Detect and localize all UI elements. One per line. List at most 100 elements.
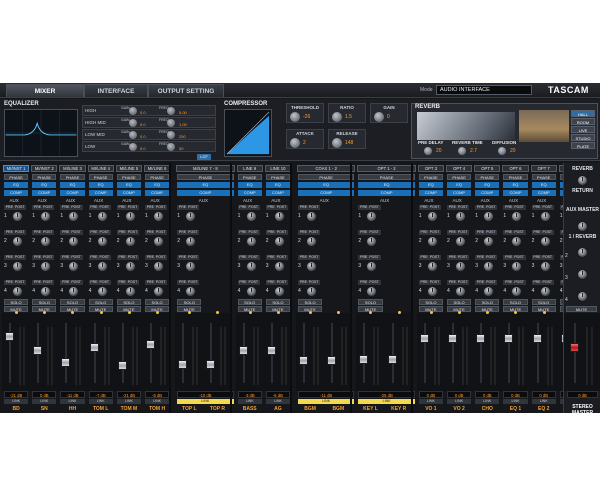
solo-button[interactable]: SOLO: [4, 299, 29, 305]
aux-send-knob[interactable]: [426, 286, 438, 297]
fader-track[interactable]: [423, 323, 426, 383]
comp-button[interactable]: COMP: [116, 190, 141, 196]
aux-send-knob[interactable]: [273, 286, 285, 297]
pre-post-switch[interactable]: PREPOST: [60, 205, 83, 210]
aux-send-knob[interactable]: [483, 261, 495, 272]
input-source-label[interactable]: OPT 6: [502, 165, 529, 172]
aux-send-knob[interactable]: [12, 211, 23, 222]
aux-send-knob[interactable]: [483, 211, 495, 222]
aux-send-knob[interactable]: [366, 261, 378, 272]
master-mute-button[interactable]: MUTE: [566, 306, 597, 312]
pre-post-switch[interactable]: PREPOST: [531, 255, 554, 260]
pre-post-switch[interactable]: PREPOST: [32, 205, 55, 210]
phase-button[interactable]: PHASE: [32, 174, 57, 180]
fader-cap[interactable]: [504, 334, 514, 343]
comp-button[interactable]: COMP: [4, 190, 29, 196]
eq-gain-knob[interactable]: [129, 119, 137, 127]
aux-master-knob-1[interactable]: [577, 221, 588, 232]
fader-cap[interactable]: [327, 356, 337, 366]
link-button[interactable]: LINK: [4, 399, 29, 404]
tab-mixer[interactable]: MIXER: [6, 84, 84, 97]
aux-send-knob[interactable]: [12, 236, 23, 247]
aux-send-knob[interactable]: [40, 211, 52, 222]
link-button[interactable]: LINK: [60, 399, 85, 404]
fader-track[interactable]: [182, 323, 185, 383]
pre-post-switch[interactable]: PREPOST: [265, 205, 288, 210]
aux-send-knob[interactable]: [68, 236, 80, 247]
eq-button[interactable]: EQ: [145, 182, 170, 188]
pre-post-switch[interactable]: PREPOST: [447, 230, 470, 235]
link-button[interactable]: LINK: [116, 399, 141, 404]
eq-button[interactable]: EQ: [531, 182, 556, 188]
reverb-type-plate[interactable]: PLATE: [571, 142, 595, 149]
phase-button[interactable]: PHASE: [418, 174, 443, 180]
aux-send-knob[interactable]: [539, 261, 551, 272]
eq-button[interactable]: EQ: [88, 182, 113, 188]
pre-post-switch[interactable]: PREPOST: [116, 280, 139, 285]
reverb-return-knob[interactable]: [577, 175, 588, 186]
pre-post-switch[interactable]: PREPOST: [177, 255, 200, 260]
aux-send-knob[interactable]: [306, 286, 317, 297]
fader-track[interactable]: [331, 323, 334, 383]
pre-post-switch[interactable]: PREPOST: [503, 280, 526, 285]
input-source-label[interactable]: OPT 5: [474, 165, 501, 172]
pre-post-switch[interactable]: PREPOST: [116, 205, 139, 210]
pre-post-switch[interactable]: PREPOST: [418, 205, 441, 210]
phase-button[interactable]: PHASE: [447, 174, 472, 180]
aux-send-knob[interactable]: [511, 211, 523, 222]
pre-post-switch[interactable]: PREPOST: [298, 280, 321, 285]
aux-send-knob[interactable]: [185, 261, 197, 272]
link-button[interactable]: LINK: [418, 399, 443, 404]
pre-post-switch[interactable]: PREPOST: [265, 255, 288, 260]
pre-post-switch[interactable]: PREPOST: [418, 230, 441, 235]
phase-button[interactable]: PHASE: [116, 174, 141, 180]
phase-button[interactable]: PHASE: [88, 174, 113, 180]
pre-post-switch[interactable]: PREPOST: [237, 230, 260, 235]
fader-track[interactable]: [391, 323, 394, 383]
solo-button[interactable]: SOLO: [145, 299, 170, 305]
phase-button[interactable]: PHASE: [503, 174, 528, 180]
aux-master-knob[interactable]: [577, 291, 588, 302]
solo-button[interactable]: SOLO: [447, 299, 472, 305]
pre-post-switch[interactable]: PREPOST: [116, 255, 139, 260]
comp-button[interactable]: COMP: [32, 190, 57, 196]
aux-send-knob[interactable]: [511, 261, 523, 272]
fader-cap[interactable]: [419, 334, 429, 343]
pre-post-switch[interactable]: PREPOST: [88, 280, 111, 285]
aux-send-knob[interactable]: [245, 261, 257, 272]
aux-send-knob[interactable]: [96, 211, 108, 222]
comp-button[interactable]: COMP: [475, 190, 500, 196]
reverb-knob[interactable]: [498, 147, 506, 155]
pre-post-switch[interactable]: PREPOST: [447, 280, 470, 285]
aux-send-knob[interactable]: [124, 261, 136, 272]
pre-post-switch[interactable]: PREPOST: [447, 255, 470, 260]
fader-cap[interactable]: [476, 334, 486, 343]
link-button[interactable]: LINK: [503, 399, 528, 404]
aux-master-knob[interactable]: [577, 247, 588, 258]
master-fader-cap[interactable]: [570, 343, 579, 352]
eq-freq-knob[interactable]: [167, 143, 175, 151]
pre-post-switch[interactable]: PREPOST: [265, 280, 288, 285]
phase-button[interactable]: PHASE: [265, 174, 290, 180]
input-source-label[interactable]: MI/LINE 6: [144, 165, 171, 172]
aux-send-knob[interactable]: [124, 286, 136, 297]
aux-send-knob[interactable]: [455, 286, 466, 297]
phase-button[interactable]: PHASE: [4, 174, 29, 180]
fader-track[interactable]: [121, 323, 124, 383]
pre-post-switch[interactable]: PREPOST: [358, 280, 381, 285]
pre-post-switch[interactable]: PREPOST: [531, 205, 554, 210]
fader-cap[interactable]: [448, 334, 457, 343]
pre-post-switch[interactable]: PREPOST: [177, 205, 200, 210]
tab-interface[interactable]: INTERFACE: [84, 84, 148, 97]
solo-button[interactable]: SOLO: [60, 299, 85, 305]
fader-cap[interactable]: [178, 359, 188, 369]
pre-post-switch[interactable]: PREPOST: [4, 205, 27, 210]
solo-button[interactable]: SOLO: [475, 299, 500, 305]
pre-post-switch[interactable]: PREPOST: [298, 205, 321, 210]
pre-post-switch[interactable]: PREPOST: [60, 255, 83, 260]
input-source-label[interactable]: MI/LINE 4: [87, 165, 114, 172]
aux-send-knob[interactable]: [245, 211, 257, 222]
comp-knob[interactable]: [290, 138, 300, 148]
aux-send-knob[interactable]: [68, 211, 80, 222]
pre-post-switch[interactable]: PREPOST: [358, 230, 381, 235]
